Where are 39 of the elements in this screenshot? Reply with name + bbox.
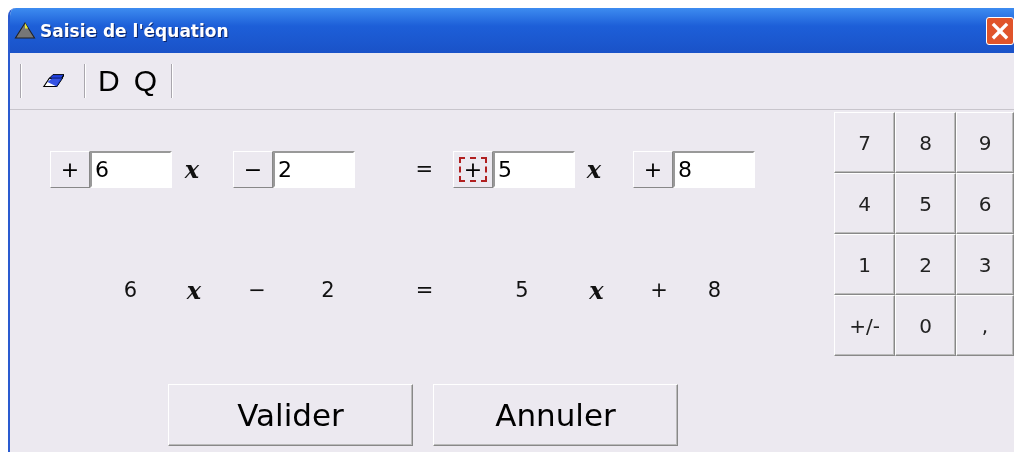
number-field[interactable]: 8 xyxy=(673,150,755,188)
variable-label: x xyxy=(586,154,602,184)
variable-label: x xyxy=(186,275,202,305)
keypad-key[interactable]: 9 xyxy=(956,112,1014,173)
keypad-key[interactable]: 1 xyxy=(834,234,895,295)
number-label: 5 xyxy=(515,278,529,302)
toolbar-button[interactable]: Q xyxy=(133,64,157,98)
variable-label: x xyxy=(184,154,200,184)
number-label: 8 xyxy=(707,278,722,302)
validate-button[interactable]: Valider xyxy=(168,384,413,446)
sign-button[interactable]: + xyxy=(633,150,673,188)
keypad-key[interactable]: 7 xyxy=(834,112,895,173)
keypad-key[interactable]: 4 xyxy=(834,173,895,234)
number-field[interactable]: 6 xyxy=(90,150,172,188)
operator-label: − xyxy=(248,278,266,302)
variable-label: x xyxy=(589,275,604,305)
keypad-key[interactable]: 8 xyxy=(895,112,956,173)
triangle-icon xyxy=(14,22,36,39)
keypad-key[interactable]: 3 xyxy=(956,234,1014,295)
keypad-key[interactable]: 2 xyxy=(895,234,956,295)
operator-label: + xyxy=(650,278,668,302)
sign-button[interactable]: + xyxy=(50,150,90,188)
number-label: 2 xyxy=(321,278,335,302)
sign-button[interactable]: + xyxy=(453,150,493,188)
toolbar-button[interactable]: D xyxy=(98,64,120,98)
keypad-key[interactable]: 6 xyxy=(956,173,1014,234)
close-button[interactable]: × xyxy=(986,16,1014,45)
window-title: Saisie de l'équation xyxy=(40,20,229,41)
keypad-key[interactable]: +/- xyxy=(834,295,895,356)
number-field[interactable]: 2 xyxy=(273,150,355,188)
equals-sign: = xyxy=(415,157,433,181)
keypad-key[interactable]: 0 xyxy=(895,295,956,356)
equals-sign: = xyxy=(415,278,434,302)
keypad-key[interactable]: 5 xyxy=(895,173,956,234)
number-field[interactable]: 5 xyxy=(493,150,575,188)
cancel-button[interactable]: Annuler xyxy=(433,384,678,446)
keypad-key[interactable]: , xyxy=(956,295,1014,356)
sign-button[interactable]: − xyxy=(233,150,273,188)
number-label: 6 xyxy=(123,278,138,302)
